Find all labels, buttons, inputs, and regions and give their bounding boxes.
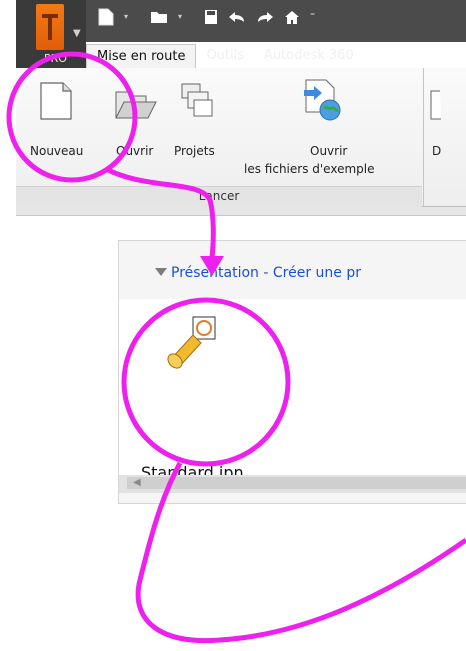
annotation-trail-path — [135, 461, 466, 644]
annotation-overlay — [6, 51, 466, 644]
annotation-arrow-head — [200, 256, 224, 276]
annotation-circle-new — [6, 51, 138, 183]
annotation-arrow-path — [106, 167, 216, 259]
annotation-circle-standard — [121, 297, 291, 467]
